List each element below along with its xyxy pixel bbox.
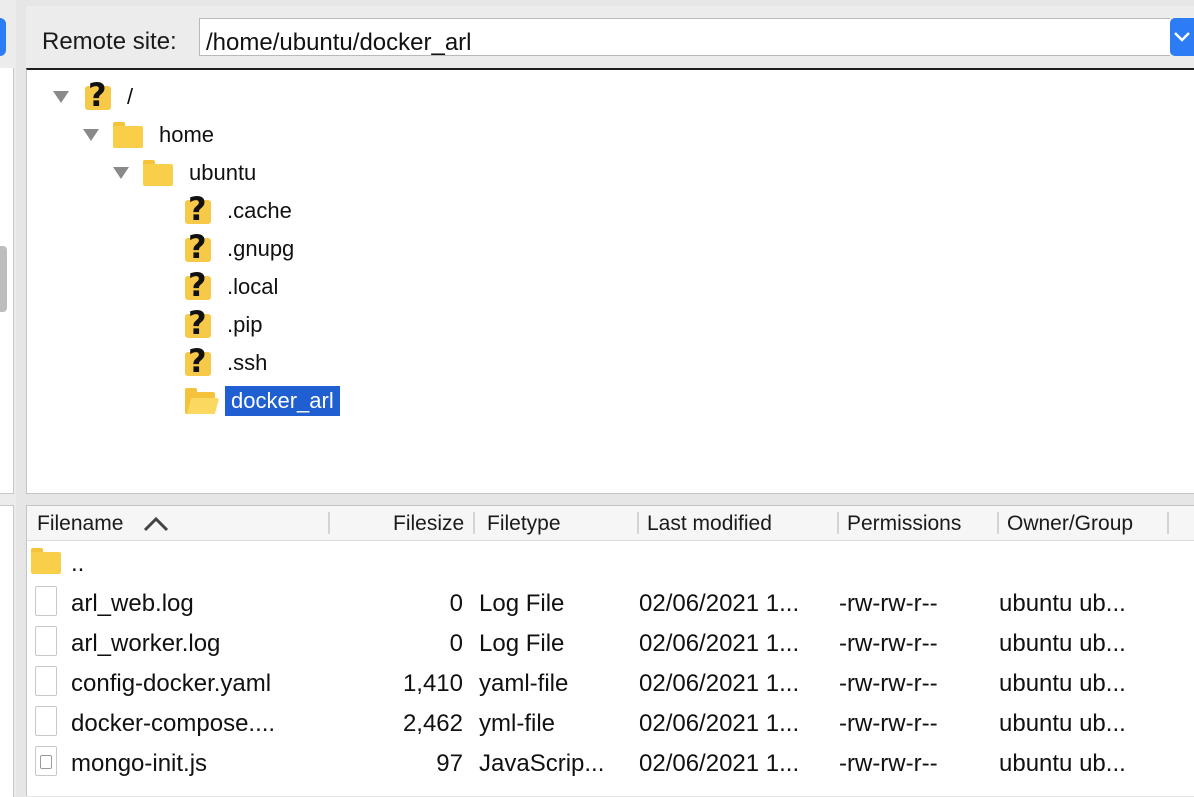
file-row[interactable]: docker-compose.... 2,462 yml-file 02/06/… [27,702,1194,742]
chevron-down-icon [1174,32,1190,42]
tree-node-ssh[interactable]: ? .ssh [183,345,273,380]
file-row[interactable]: arl_web.log 0 Log File 02/06/2021 1... -… [27,582,1194,622]
column-separator[interactable] [328,512,330,534]
tree-node-label: .pip [227,312,263,337]
local-list-edge [0,505,14,797]
file-size: 0 [449,630,463,657]
file-type: yml-file [479,710,555,737]
file-modified: 02/06/2021 1... [639,630,800,657]
parent-directory-label: .. [71,550,85,577]
pane-splitter[interactable] [16,0,24,796]
tree-node-ubuntu[interactable]: ubuntu [113,156,262,190]
file-row[interactable]: arl_worker.log 0 Log File 02/06/2021 1..… [27,622,1194,662]
file-permissions: -rw-rw-r-- [839,710,938,737]
folder-icon [31,548,61,574]
file-permissions: -rw-rw-r-- [839,670,938,697]
expand-triangle-icon[interactable] [53,91,69,103]
folder-icon [113,122,143,148]
unknown-folder-icon: ? [83,79,113,112]
local-site-dropdown-edge[interactable] [0,18,6,56]
unknown-folder-icon: ? [183,269,213,302]
expand-triangle-icon[interactable] [83,129,99,141]
tree-node-home[interactable]: home [83,118,220,152]
column-separator[interactable] [637,512,639,534]
file-name: arl_worker.log [71,630,221,657]
column-header-owner-group[interactable]: Owner/Group [1007,512,1133,536]
tree-node-label: .local [227,274,279,299]
remote-file-list: Filename Filesize Filetype Last modified… [26,505,1194,796]
file-modified: 02/06/2021 1... [639,750,800,777]
remote-site-bar: Remote site: /home/ubuntu/docker_arl [26,6,1194,68]
file-row[interactable]: mongo-init.js 97 JavaScrip... 02/06/2021… [27,742,1194,782]
expand-triangle-icon[interactable] [113,167,129,179]
open-folder-icon [185,388,220,414]
file-owner: ubuntu ub... [999,670,1126,697]
file-list-header: Filename Filesize Filetype Last modified… [27,506,1194,541]
tree-node-root[interactable]: ? / [53,79,139,114]
file-icon [35,706,57,736]
file-owner: ubuntu ub... [999,750,1126,777]
file-modified: 02/06/2021 1... [639,670,800,697]
file-owner: ubuntu ub... [999,710,1126,737]
remote-path-input[interactable]: /home/ubuntu/docker_arl [199,18,1170,56]
tree-node-gnupg[interactable]: ? .gnupg [183,231,300,266]
file-size: 0 [449,590,463,617]
parent-directory-row[interactable]: .. [27,542,1194,582]
remote-path-dropdown[interactable] [1170,18,1194,56]
column-header-permissions[interactable]: Permissions [847,512,961,536]
tree-node-pip[interactable]: ? .pip [183,307,268,342]
tree-node-label: .ssh [227,350,268,375]
tree-node-label: .cache [227,198,292,223]
file-type: yaml-file [479,670,569,697]
file-type: Log File [479,630,565,657]
tree-node-cache[interactable]: ? .cache [183,193,298,228]
file-permissions: -rw-rw-r-- [839,590,938,617]
column-header-filename[interactable]: Filename [37,512,123,536]
remote-site-label: Remote site: [42,28,177,55]
file-icon [35,626,57,656]
file-name: mongo-init.js [71,750,208,777]
file-row[interactable]: config-docker.yaml 1,410 yaml-file 02/06… [27,662,1194,702]
column-header-filesize[interactable]: Filesize [393,512,464,536]
unknown-folder-icon: ? [183,345,213,378]
column-separator[interactable] [837,512,839,534]
tree-node-label: home [159,122,215,147]
column-separator[interactable] [473,512,475,534]
file-modified: 02/06/2021 1... [639,590,800,617]
file-icon [35,586,57,616]
unknown-folder-icon: ? [183,193,213,226]
column-separator[interactable] [997,512,999,534]
tree-node-label: ubuntu [189,160,257,185]
file-modified: 02/06/2021 1... [639,710,800,737]
remote-directory-tree: ? / home ubuntu ? .cache ? .gnupg ? .loc… [26,68,1194,494]
file-icon [35,666,57,696]
local-scrollbar[interactable] [0,246,7,312]
tree-node-label-selected: docker_arl [225,386,340,416]
tree-node-label: / [127,84,134,109]
column-header-filetype[interactable]: Filetype [487,512,561,536]
unknown-folder-icon: ? [183,231,213,264]
tree-node-label: .gnupg [227,236,295,261]
column-header-last-modified[interactable]: Last modified [647,512,772,536]
file-size: 1,410 [402,670,463,697]
file-permissions: -rw-rw-r-- [839,630,938,657]
tree-node-docker-arl[interactable]: docker_arl [185,384,340,418]
javascript-file-icon [35,746,57,776]
file-size: 97 [436,750,463,777]
file-name: docker-compose.... [71,710,276,737]
file-owner: ubuntu ub... [999,590,1126,617]
file-type: JavaScrip... [479,750,605,777]
sort-ascending-icon [143,516,169,532]
file-type: Log File [479,590,565,617]
file-name: config-docker.yaml [71,670,272,697]
file-name: arl_web.log [71,590,194,617]
local-pane-edge [0,0,16,797]
tree-node-local[interactable]: ? .local [183,269,284,304]
file-permissions: -rw-rw-r-- [839,750,938,777]
folder-icon [143,160,173,186]
column-separator[interactable] [1167,512,1169,534]
unknown-folder-icon: ? [183,307,213,340]
file-size: 2,462 [402,710,463,737]
file-owner: ubuntu ub... [999,630,1126,657]
